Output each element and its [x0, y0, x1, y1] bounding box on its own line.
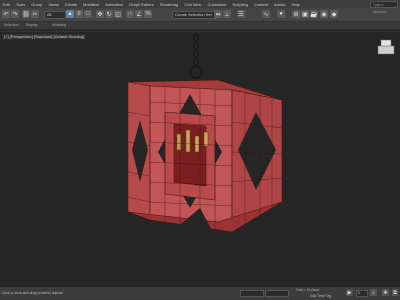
percent-snap-icon[interactable]: % — [144, 10, 152, 18]
perspective-viewport[interactable]: [+] [Perspective] [Standard] [Default Sh… — [0, 31, 400, 288]
menu-help[interactable]: Help — [292, 2, 300, 7]
main-toolbar: ↶ ↷ ⛓ ✂ All ▲ ≡ □ ✥ ↻ ◱ ∩ ∠ % Create Sel… — [0, 8, 400, 22]
scale-icon[interactable]: ◱ — [114, 10, 122, 18]
material-editor-icon[interactable]: ● — [277, 10, 285, 18]
select-object-icon[interactable]: ▲ — [66, 10, 74, 18]
rotate-icon[interactable]: ↻ — [105, 10, 113, 18]
menu-graph-editors[interactable]: Graph Editors — [129, 2, 154, 7]
grid-readout: Grid = 10,0mm — [296, 288, 320, 292]
menu-rendering[interactable]: Rendering — [160, 2, 178, 7]
search-input[interactable]: Type a keyword — [370, 1, 398, 14]
status-bar: Click or click-and-drag to select object… — [0, 287, 400, 300]
angle-snap-icon[interactable]: ∠ — [135, 10, 143, 18]
maximize-icon[interactable]: ⧉ — [392, 289, 398, 296]
ribbon-selection-label[interactable]: Selection — [4, 22, 18, 29]
menu-content[interactable]: Content — [254, 2, 268, 7]
menu-tools[interactable]: Tools — [16, 2, 25, 7]
chain — [189, 33, 203, 79]
ribbon-display-label[interactable]: Display — [26, 22, 37, 29]
menu-animation[interactable]: Animation — [105, 2, 123, 7]
play-icon[interactable]: ▶ — [346, 289, 353, 296]
status-prompt: Click or click-and-drag to select object… — [2, 291, 63, 295]
rect-select-icon[interactable]: □ — [84, 10, 92, 18]
redo-icon[interactable]: ↷ — [11, 10, 19, 18]
menu-edit[interactable]: Edit — [3, 2, 10, 7]
menu-customize[interactable]: Customize — [207, 2, 226, 7]
ribbon-subbar: Selection Display Modeling — [0, 22, 400, 29]
link-icon[interactable]: ⛓ — [22, 10, 30, 18]
menu-scripting[interactable]: Scripting — [232, 2, 248, 7]
render-frame-icon[interactable]: ▣ — [301, 10, 309, 18]
mirror-icon[interactable]: ⇹ — [214, 10, 222, 18]
ribbon-modeling-label[interactable]: Modeling — [52, 22, 66, 29]
menu-views[interactable]: Views — [48, 2, 59, 7]
menu-civil-view[interactable]: Civil View — [184, 2, 201, 7]
coord-x-field[interactable] — [240, 290, 264, 297]
menu-create[interactable]: Create — [65, 2, 77, 7]
viewcube-icon — [377, 39, 395, 55]
lantern-model[interactable] — [0, 32, 400, 288]
unlink-icon[interactable]: ✂ — [31, 10, 39, 18]
select-by-name-icon[interactable]: ≡ — [75, 10, 83, 18]
pan-icon[interactable]: ✥ — [382, 289, 389, 296]
render-production-icon[interactable]: ◉ — [320, 10, 328, 18]
arnold-icon[interactable]: ◆ — [330, 10, 338, 18]
align-icon[interactable]: ⊥ — [223, 10, 231, 18]
render-setup-icon[interactable]: ⚙ — [292, 10, 300, 18]
undo-icon[interactable]: ↶ — [2, 10, 10, 18]
zoom-icon[interactable]: ⌕ — [370, 289, 377, 296]
selection-filter-dropdown[interactable]: All — [44, 11, 66, 19]
menu-group[interactable]: Group — [31, 2, 42, 7]
menu-bar: Edit Tools Group Views Create Modifiers … — [0, 0, 400, 8]
menu-modifiers[interactable]: Modifiers — [83, 2, 99, 7]
snap-icon[interactable]: ∩ — [126, 10, 134, 18]
layer-icon[interactable]: ☰ — [237, 10, 245, 18]
frame-field[interactable]: 0 — [356, 290, 368, 297]
render-icon[interactable]: ☕ — [310, 10, 318, 18]
selection-set-dropdown[interactable]: Create Selection Set — [172, 11, 216, 19]
coord-y-field[interactable] — [265, 290, 289, 297]
move-icon[interactable]: ✥ — [96, 10, 104, 18]
menu-arnold[interactable]: Arnold — [274, 2, 286, 7]
add-time-tag-button[interactable]: Add Time Tag — [310, 294, 331, 298]
curve-editor-icon[interactable]: ∿ — [262, 10, 270, 18]
